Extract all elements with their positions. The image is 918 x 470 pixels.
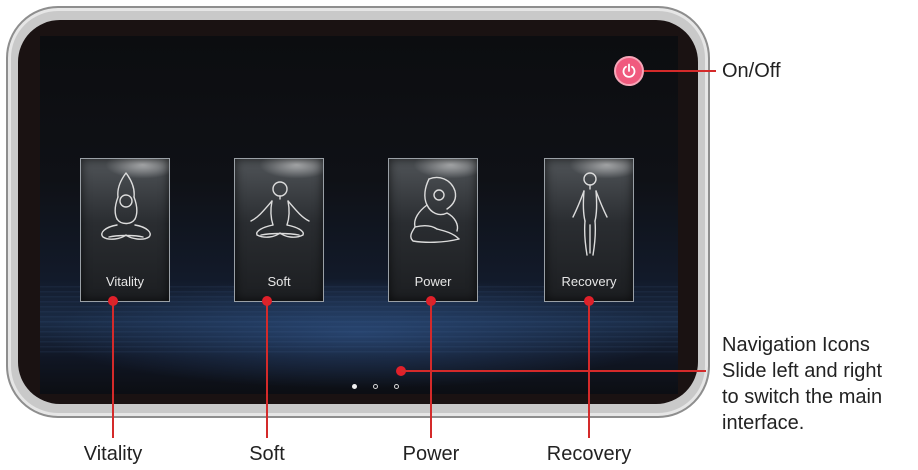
raised-arms-yoga-icon xyxy=(101,172,151,240)
page-indicator[interactable] xyxy=(352,384,399,389)
callout-line-navigation xyxy=(401,370,706,372)
mode-card-vitality[interactable]: Vitality xyxy=(80,158,170,302)
navigation-callout-text: Navigation Icons Slide left and right to… xyxy=(722,332,882,436)
card-label-recovery: Recovery xyxy=(561,274,617,289)
card-label-soft: Soft xyxy=(267,274,291,289)
main-screen: Vitality Soft Power Recovery xyxy=(40,36,678,394)
stretch-pose-icon xyxy=(410,176,460,244)
bottom-label-soft: Soft xyxy=(249,443,285,465)
callout-line-4: interface. xyxy=(722,412,805,434)
card-label-vitality: Vitality xyxy=(105,274,145,289)
callout-on-off: On/Off xyxy=(722,60,781,82)
standing-figure-icon xyxy=(572,172,608,256)
callout-line-power-mode xyxy=(430,300,432,438)
callout-line-power xyxy=(644,70,716,72)
page-dot[interactable] xyxy=(373,384,378,389)
callout-line-soft xyxy=(266,300,268,438)
callout-line-vitality xyxy=(112,300,114,438)
callout-line-recovery xyxy=(588,300,590,438)
mode-card-power[interactable]: Power xyxy=(388,158,478,302)
meditation-icon xyxy=(250,181,310,238)
page-dot[interactable] xyxy=(394,384,399,389)
bottom-label-vitality: Vitality xyxy=(83,443,143,465)
screen-bezel: Vitality Soft Power Recovery xyxy=(18,20,698,404)
bottom-label-power: Power xyxy=(402,443,460,465)
power-button[interactable] xyxy=(614,56,644,86)
bottom-label-recovery: Recovery xyxy=(546,443,632,465)
callout-line-3: to switch the main xyxy=(722,386,883,408)
callout-line-1: Navigation Icons xyxy=(722,334,870,356)
callout-line-2: Slide left and right xyxy=(722,360,883,382)
mode-card-soft[interactable]: Soft xyxy=(234,158,324,302)
power-icon xyxy=(622,63,636,78)
card-label-power: Power xyxy=(414,274,452,289)
mode-card-recovery[interactable]: Recovery xyxy=(544,158,634,302)
page-dot-active[interactable] xyxy=(352,384,357,389)
